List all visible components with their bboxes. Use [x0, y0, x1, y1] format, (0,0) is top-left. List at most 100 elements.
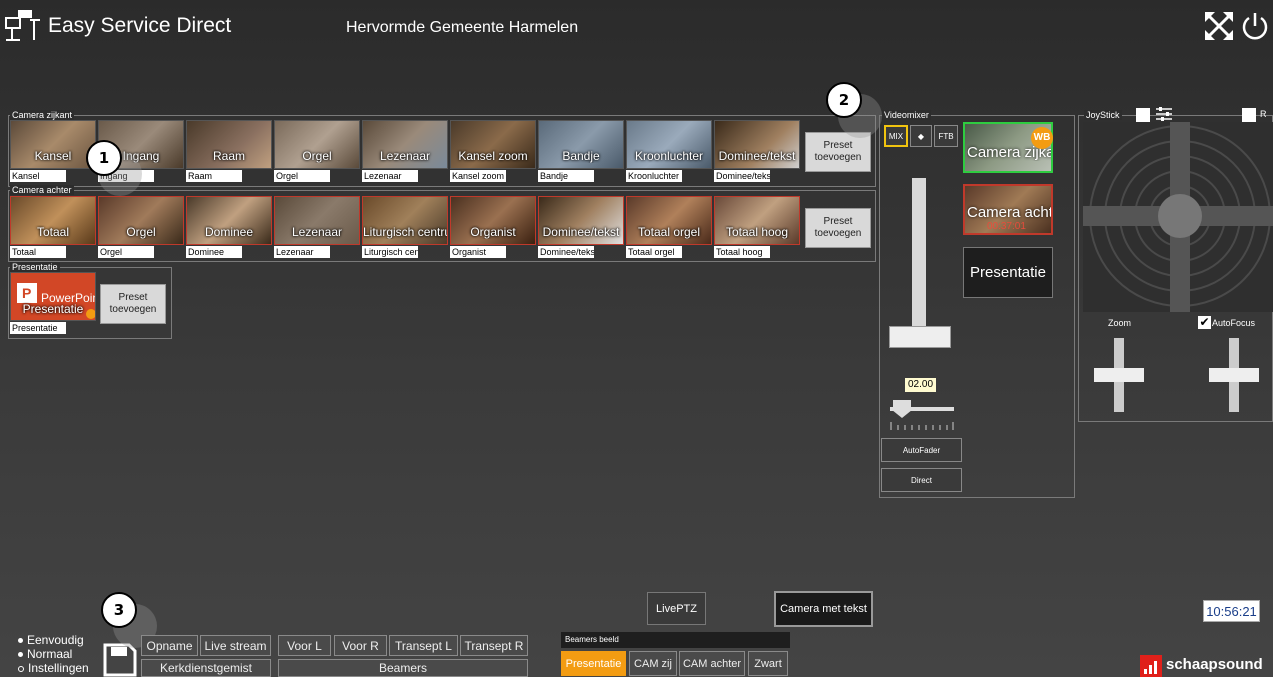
autofocus-checkbox[interactable]: ✔	[1198, 316, 1211, 329]
beamer-zwart-button[interactable]: Zwart	[748, 651, 788, 676]
camera-back-preset-thumb[interactable]: Totaal hoog	[714, 196, 800, 245]
presentation-label: Presentatie	[10, 262, 60, 272]
mode-normaal-label: Normaal	[27, 647, 73, 661]
radio-dot	[18, 652, 23, 657]
direct-button[interactable]: Direct	[881, 468, 962, 492]
camera-side-preset-thumb[interactable]: Raam	[186, 120, 272, 169]
opname-button[interactable]: Opname	[141, 635, 198, 656]
joystick-pad[interactable]	[1083, 122, 1273, 312]
kerkdienstgemist-button[interactable]: Kerkdienstgemist	[141, 659, 271, 677]
videomixer-label: Videomixer	[882, 110, 931, 120]
camera-side-preset-thumb[interactable]: Kroonluchter	[626, 120, 712, 169]
side-add-preset-button[interactable]: Preset toevoegen	[805, 132, 871, 172]
radio-dot	[18, 638, 23, 643]
tbar-track	[912, 178, 926, 328]
camera-back-preset-thumb[interactable]: Liturgisch centrum	[362, 196, 448, 245]
camera-app-icon	[5, 10, 40, 41]
camera-side-preset-caption: Orgel	[274, 170, 330, 182]
transept-l-button[interactable]: Transept L	[389, 635, 458, 656]
camera-side-preset-caption: Kansel	[10, 170, 66, 182]
transept-r-button[interactable]: Transept R	[460, 635, 528, 656]
fullscreen-icon[interactable]	[1203, 10, 1235, 42]
beamer-cam-zij-button[interactable]: CAM zij	[629, 651, 677, 676]
preview-tile[interactable]: Camera achter 00:37:01	[963, 184, 1053, 235]
mode-instellingen[interactable]: Instellingen	[18, 662, 89, 674]
camera-side-preset-caption: Raam	[186, 170, 242, 182]
camera-back-preset-caption: Totaal orgel	[626, 246, 682, 258]
camera-side-preset-thumb[interactable]: Dominee/tekst	[714, 120, 800, 169]
settings-sliders-icon[interactable]	[1155, 106, 1173, 122]
fader-value: 02.00	[905, 378, 936, 392]
brand-name: schaapsound	[1166, 656, 1263, 673]
camera-side-preset-thumb[interactable]: Kansel zoom	[450, 120, 536, 169]
camera-back-preset-caption: Organist	[450, 246, 506, 258]
camera-side-preset-thumb[interactable]: Bandje	[538, 120, 624, 169]
joystick-enable-checkbox[interactable]	[1136, 108, 1150, 122]
camera-met-tekst-button[interactable]: Camera met tekst	[774, 591, 873, 627]
beamer-cam-achter-button[interactable]: CAM achter	[679, 651, 745, 676]
schaapsound-logo-icon	[1140, 655, 1162, 677]
camera-side-preset-title: Raam	[212, 149, 245, 163]
camera-back-preset-caption: Totaal	[10, 246, 66, 258]
camera-back-preset-caption: Lezenaar	[274, 246, 330, 258]
camera-side-preset-title: Lezenaar	[379, 149, 431, 163]
mode-radio-group: Eenvoudig Normaal Instellingen	[18, 633, 89, 674]
liveptz-button[interactable]: LivePTZ	[647, 592, 706, 625]
camera-back-preset-title: Dominee	[204, 225, 254, 239]
camera-back-preset-title: Dominee/tekst	[542, 225, 620, 239]
camera-side-preset-title: Kansel	[34, 149, 72, 163]
camera-back-preset-thumb[interactable]: Totaal	[10, 196, 96, 245]
camera-back-preset-title: Orgel	[126, 225, 156, 239]
camera-back-preset-thumb[interactable]: Totaal orgel	[626, 196, 712, 245]
r-label: R	[1260, 109, 1267, 119]
focus-slider[interactable]	[1209, 338, 1259, 412]
camera-back-preset-thumb[interactable]: Organist	[450, 196, 536, 245]
mode-eenvoudig-label: Eenvoudig	[27, 633, 84, 647]
camera-back-preset-title: Totaal orgel	[637, 225, 701, 239]
voor-l-button[interactable]: Voor L	[278, 635, 331, 656]
camera-back-preset-thumb[interactable]: Lezenaar	[274, 196, 360, 245]
zoom-slider[interactable]	[1094, 338, 1144, 412]
camera-back-preset-caption: Dominee	[186, 246, 242, 258]
r-checkbox[interactable]	[1242, 108, 1256, 122]
camera-back-preset-thumb[interactable]: Orgel	[98, 196, 184, 245]
mix-mode-button[interactable]: MIX	[884, 125, 908, 147]
voor-r-button[interactable]: Voor R	[334, 635, 387, 656]
presentation-source-button[interactable]: Presentatie	[963, 247, 1053, 298]
cut-mode-button[interactable]: ◆	[910, 125, 932, 147]
camera-side-preset-thumb[interactable]: Orgel	[274, 120, 360, 169]
camera-back-preset-title: Totaal hoog	[725, 225, 789, 239]
camera-back-preset-thumb[interactable]: Dominee	[186, 196, 272, 245]
beamers-button[interactable]: Beamers	[278, 659, 528, 677]
mode-eenvoudig[interactable]: Eenvoudig	[18, 633, 89, 647]
camera-back-preset-thumb[interactable]: Dominee/tekst	[538, 196, 624, 245]
camera-back-preset-title: Totaal	[36, 225, 70, 239]
program-tile[interactable]: Camera zijkant WB	[963, 122, 1053, 173]
app-title: Easy Service Direct	[48, 14, 232, 37]
zoom-label: Zoom	[1108, 318, 1132, 328]
presentation-preset-thumb[interactable]: P PowerPoint Presentatie	[10, 272, 96, 321]
camera-side-preset-thumb[interactable]: Kansel	[10, 120, 96, 169]
livestream-button[interactable]: Live stream	[200, 635, 271, 656]
camera-side-preset-title: Bandje	[562, 149, 600, 163]
power-icon[interactable]	[1240, 10, 1270, 42]
church-name: Hervormde Gemeente Harmelen	[346, 19, 579, 36]
ftb-mode-button[interactable]: FTB	[934, 125, 958, 147]
powerpoint-icon: P	[17, 283, 37, 303]
beamer-presentatie-button[interactable]: Presentatie	[561, 651, 626, 676]
presentation-title: Presentatie	[22, 302, 84, 316]
camera-side-preset-title: Kansel zoom	[458, 149, 528, 163]
camera-back-label: Camera achter	[10, 185, 74, 195]
tbar-handle[interactable]	[889, 326, 951, 348]
presentation-add-preset-button[interactable]: Preset toevoegen	[100, 284, 166, 324]
camera-side-preset-title: Orgel	[302, 149, 332, 163]
mode-normaal[interactable]: Normaal	[18, 647, 89, 661]
clock: 10:56:21	[1203, 600, 1260, 622]
back-add-preset-button[interactable]: Preset toevoegen	[805, 208, 871, 248]
save-icon[interactable]	[103, 643, 137, 677]
autofader-button[interactable]: AutoFader	[881, 438, 962, 462]
camera-side-preset-thumb[interactable]: Lezenaar	[362, 120, 448, 169]
presentation-caption: Presentatie	[10, 322, 66, 334]
camera-back-preset-title: Lezenaar	[291, 225, 343, 239]
svg-text:P: P	[22, 285, 31, 301]
